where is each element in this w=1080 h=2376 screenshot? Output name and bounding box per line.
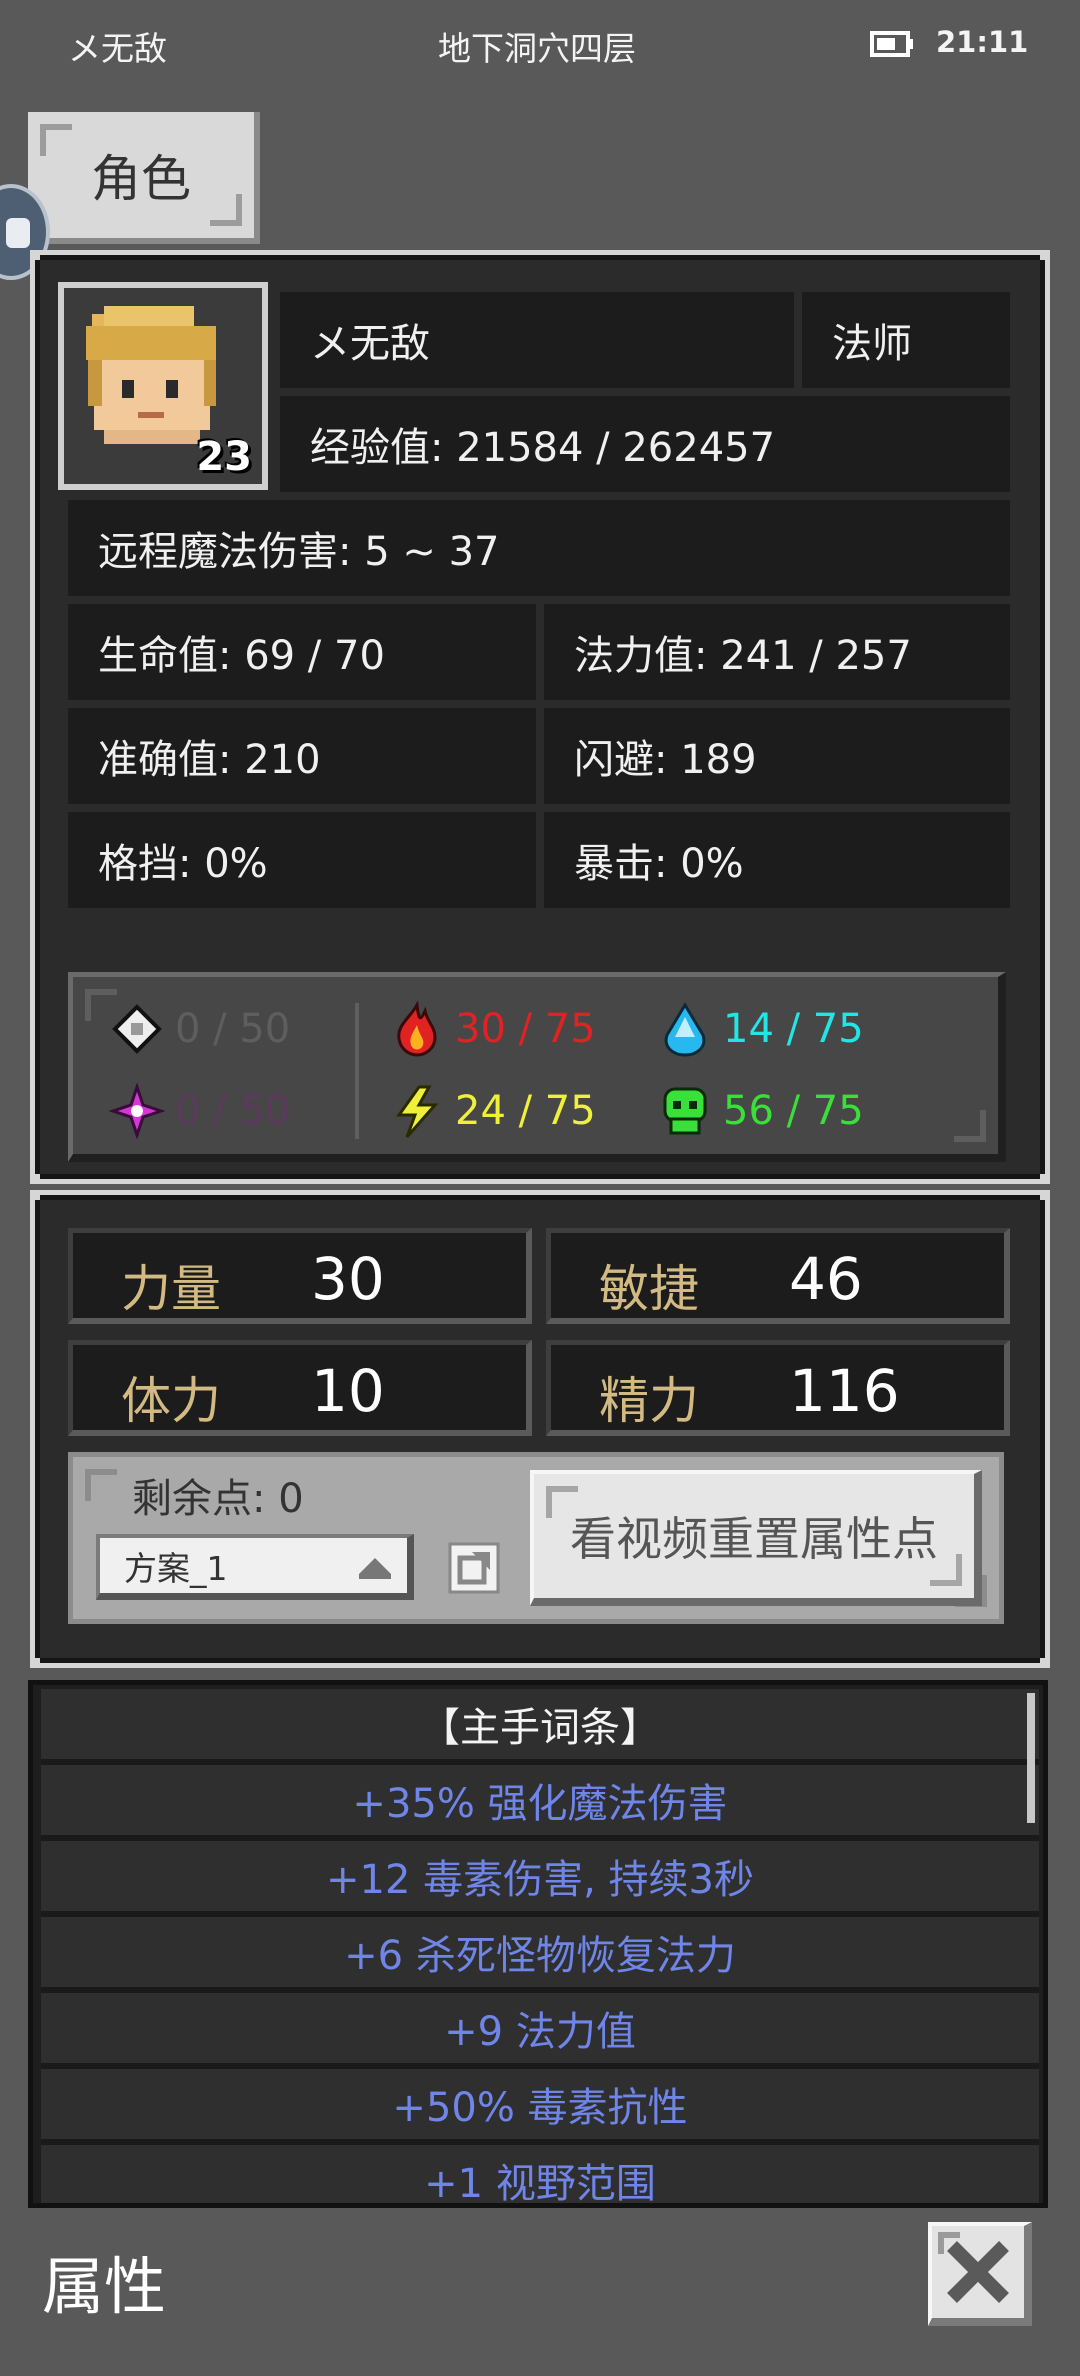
scrollbar[interactable] [1027,1693,1035,1823]
damage-value: 远程魔法伤害: 5 ~ 37 [68,500,1010,596]
page-title: 属性 [42,2250,167,2323]
ice-drop-icon [664,1002,706,1057]
list-item: +50% 毒素抗性 [41,2069,1039,2145]
lightning-icon [396,1085,439,1138]
element-fire: 30 / 75 [389,1001,596,1057]
status-bar: メ无敌 地下洞穴四层 21:11 [0,0,1080,90]
list-item: +12 毒素伤害, 持续3秒 [41,1841,1039,1917]
fire-icon [397,1001,437,1057]
close-button[interactable] [928,2222,1032,2326]
block-value: 格挡: 0% [68,812,536,908]
list-item: +9 法力值 [41,1993,1039,2069]
mp-value: 法力值: 241 / 257 [544,604,1010,700]
hero-portrait: 23 [58,282,268,490]
share-icon[interactable] [448,1542,500,1594]
physical-shard-icon [112,1004,162,1054]
battery-icon [870,26,914,65]
crit-value: 暴击: 0% [544,812,1010,908]
character-name: メ无敌 [280,292,794,388]
element-lightning: 24 / 75 [389,1083,596,1139]
close-icon [938,2232,1009,2303]
attribute-stamina: 体力 10 [68,1340,532,1436]
level-badge: 23 [196,434,252,480]
dropdown-arrow-icon [359,1558,391,1579]
tab-character[interactable]: 角色 [28,112,260,244]
status-time: 21:11 [936,25,1029,59]
attribute-spirit: 精力 116 [546,1340,1010,1436]
accuracy-value: 准确值: 210 [68,708,536,804]
reset-points-button[interactable]: 看视频重置属性点 [530,1470,982,1606]
list-item: +1 视野范围 [41,2145,1039,2203]
list-item: +6 杀死怪物恢复法力 [41,1917,1039,1993]
status-location: 地下洞穴四层 [438,29,636,68]
poison-skull-icon [663,1087,707,1135]
character-class: 法师 [802,292,1010,388]
plan-select[interactable]: 方案_1 [96,1534,414,1600]
remaining-points: 剩余点: 0 [132,1476,304,1522]
experience-value: 经验值: 21584 / 262457 [280,396,1010,492]
attribute-agility: 敏捷 46 [546,1228,1010,1324]
tab-label: 角色 [91,150,191,208]
element-ice: 14 / 75 [657,1001,864,1057]
list-item: +35% 强化魔法伤害 [41,1765,1039,1841]
attribute-strength: 力量 30 [68,1228,532,1324]
element-physical: 0 / 50 [109,1001,290,1057]
affix-list[interactable]: 【主手词条】 +35% 强化魔法伤害 +12 毒素伤害, 持续3秒 +6 杀死怪… [28,1680,1048,2208]
dodge-value: 闪避: 189 [544,708,1010,804]
status-player-name: メ无敌 [68,29,167,68]
element-resistances: 0 / 50 0 / 50 30 / 75 24 / 75 14 / 75 56… [68,972,1006,1162]
arcane-star-icon [109,1083,165,1139]
element-poison: 56 / 75 [657,1083,864,1139]
affix-title: 【主手词条】 [41,1689,1039,1765]
element-arcane: 0 / 50 [109,1083,290,1139]
hp-value: 生命值: 69 / 70 [68,604,536,700]
